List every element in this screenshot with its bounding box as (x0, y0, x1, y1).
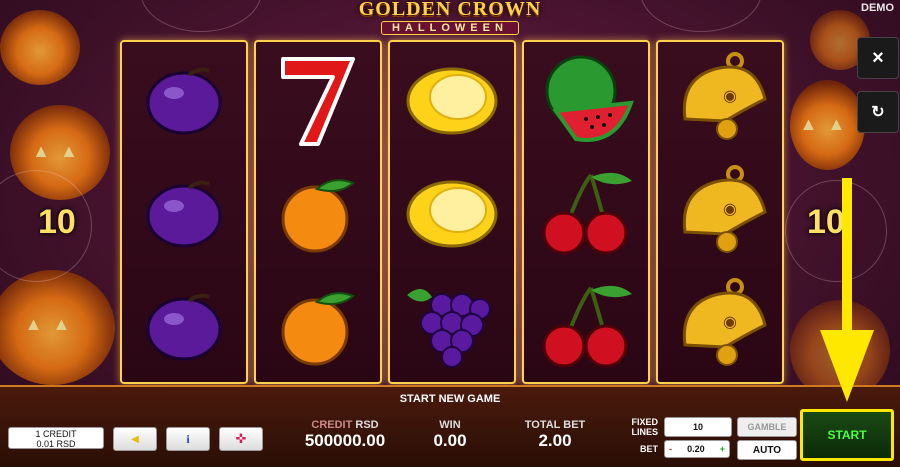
history-icon: ↻ (871, 104, 885, 121)
logo-subtitle: HALLOWEEN (381, 21, 519, 35)
bet-value: 0.20 (687, 444, 705, 454)
credit-display: CREDIT RSD 500000.00 (290, 419, 400, 451)
pumpkin-decoration: ▲▲ (790, 80, 865, 170)
reel-2 (254, 40, 382, 384)
credit-denomination-line1: 1 CREDIT (35, 429, 77, 439)
win-label: WIN (439, 419, 461, 431)
watermelon-symbol (524, 42, 648, 155)
bet-decrease-button[interactable]: - (669, 444, 672, 454)
fixed-lines-label-line1: FIXED (631, 417, 658, 427)
payline-marker-right: 10 (807, 203, 845, 241)
reel-1 (120, 40, 248, 384)
credit-currency: RSD (355, 419, 379, 431)
reel-3 (388, 40, 516, 384)
bell-symbol: ◉ (658, 155, 782, 268)
speaker-icon: ◀ (131, 433, 139, 445)
fullscreen-icon: ✜ (235, 431, 247, 446)
bet-stepper: - 0.20 + (664, 440, 730, 458)
close-button[interactable]: × (857, 37, 899, 79)
cherries-symbol (524, 155, 648, 268)
bet-label: BET (640, 444, 658, 454)
pumpkin-decoration (0, 10, 80, 85)
auto-button[interactable]: AUTO (737, 440, 797, 460)
annotation-arrow-head (820, 330, 874, 402)
credit-denomination-button[interactable]: 1 CREDIT 0.01 RSD (8, 427, 104, 449)
seven-symbol (256, 42, 380, 155)
bet-increase-button[interactable]: + (720, 444, 725, 454)
info-icon: i (186, 431, 190, 446)
reel-4 (522, 40, 650, 384)
reels-area: ◉ ◉ ◉ (120, 40, 784, 384)
demo-label: DEMO (861, 2, 894, 14)
history-button[interactable]: ↻ (857, 91, 899, 133)
logo-title: GOLDEN CROWN (358, 0, 542, 20)
pumpkin-decoration: ▲▲ (0, 270, 115, 385)
info-button[interactable]: i (166, 427, 210, 451)
orange-symbol (256, 268, 380, 381)
svg-text:◉: ◉ (723, 312, 737, 331)
lemon-symbol (390, 42, 514, 155)
spider-web (140, 0, 262, 32)
game-logo: GOLDEN CROWN HALLOWEEN (340, 0, 560, 36)
lemon-symbol (390, 155, 514, 268)
reel-5: ◉ ◉ ◉ (656, 40, 784, 384)
credit-value: 500000.00 (304, 431, 386, 450)
total-bet-label: TOTAL BET (524, 419, 586, 431)
payline-marker-left: 10 (38, 203, 76, 241)
fixed-lines-value: 10 (664, 417, 732, 437)
close-icon: × (872, 46, 884, 69)
credit-label: CREDIT (311, 419, 353, 431)
plum-symbol (122, 42, 246, 155)
total-bet-display: TOTAL BET 2.00 (510, 419, 600, 451)
status-message: START NEW GAME (399, 393, 501, 405)
plum-symbol (122, 155, 246, 268)
svg-text:◉: ◉ (723, 199, 737, 218)
orange-symbol (256, 155, 380, 268)
spider-web (640, 0, 762, 32)
fixed-lines-label-line2: LINES (631, 427, 658, 437)
total-bet-value: 2.00 (538, 431, 572, 450)
bell-symbol: ◉ (658, 268, 782, 381)
svg-text:◉: ◉ (723, 86, 737, 105)
cherries-symbol (524, 268, 648, 381)
gamble-button[interactable]: GAMBLE (737, 417, 797, 437)
fixed-lines-label: FIXED LINES (620, 417, 658, 437)
plum-symbol (122, 268, 246, 381)
grapes-symbol (390, 268, 514, 381)
fullscreen-button[interactable]: ✜ (219, 427, 263, 451)
start-button[interactable]: START (800, 409, 894, 461)
bell-symbol: ◉ (658, 42, 782, 155)
credit-denomination-line2: 0.01 RSD (36, 439, 76, 449)
sound-button[interactable]: ◀ (113, 427, 157, 451)
win-display: WIN 0.00 (410, 419, 490, 451)
win-value: 0.00 (433, 431, 467, 450)
